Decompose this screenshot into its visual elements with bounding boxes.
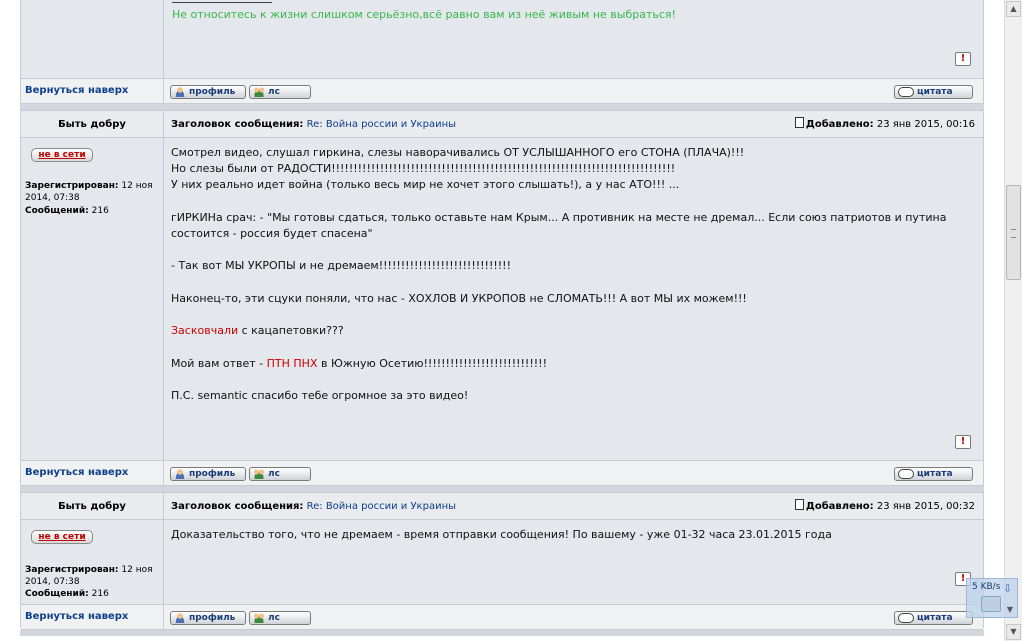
post-2-profile: не в сети Зарегистрирован: 12 ноя 2014, 0… (21, 520, 164, 604)
pm-button[interactable]: лс (249, 85, 311, 99)
back-to-top-link[interactable]: Вернуться наверх (25, 605, 128, 629)
report-icon[interactable]: ! (955, 435, 971, 449)
user-icon (174, 469, 186, 479)
download-speed-widget[interactable]: 5 KB/s ⇩ ▼ (966, 578, 1018, 618)
grip-icon (1011, 229, 1016, 238)
post-2-footer-left: Вернуться наверх (21, 604, 164, 630)
post-1-footer-left: Вернуться наверх (21, 460, 164, 486)
post-2-subject-header: Заголовок сообщения: Re: Война россии и … (164, 492, 983, 520)
offline-status-badge[interactable]: не в сети (31, 148, 93, 162)
speech-bubble-icon (898, 87, 914, 97)
post-top-footer-left: Вернуться наверх (21, 78, 164, 104)
chevron-down-icon[interactable]: ▼ (1007, 605, 1013, 614)
scrollbar-thumb[interactable] (1006, 185, 1021, 280)
profile-button[interactable]: профиль (170, 467, 246, 481)
scroll-up-arrow-icon[interactable]: ▲ (1006, 1, 1021, 17)
back-to-top-link[interactable]: Вернуться наверх (25, 79, 128, 103)
users-icon (253, 469, 265, 479)
post-top-footer-right: профиль лс цитата (164, 78, 983, 104)
post-separator (20, 630, 984, 636)
post-count: Сообщений: 216 (25, 206, 109, 216)
post-1-profile: не в сети Зарегистрирован: 12 ноя 2014, 0… (21, 138, 164, 460)
speech-bubble-icon (898, 613, 914, 623)
quote-button[interactable]: цитата (894, 611, 973, 625)
user-icon (174, 87, 186, 97)
post-text: Доказательство того, что не дремаем - вр… (171, 528, 832, 541)
post-top: Не относитесь к жизни слишком серьёзно,в… (20, 0, 984, 104)
author-name[interactable]: Быть добру (21, 493, 163, 521)
back-to-top-link[interactable]: Вернуться наверх (25, 461, 128, 485)
forum-page: Не относитесь к жизни слишком серьёзно,в… (0, 0, 1004, 641)
download-speed: 5 KB/s (972, 582, 1001, 592)
report-icon[interactable]: ! (955, 52, 971, 66)
users-icon (253, 613, 265, 623)
subject-link[interactable]: Re: Война россии и Украины (307, 119, 456, 130)
highlighted-text: Засковчали (171, 324, 239, 338)
post-date: Добавлено: 23 янв 2015, 00:16 (794, 111, 975, 139)
highlighted-text: ПТН ПНХ (266, 356, 318, 370)
speech-bubble-icon (898, 469, 914, 479)
subject-link[interactable]: Re: Война россии и Украины (307, 501, 456, 512)
registered-info: Зарегистрирован: 12 ноя 2014, 07:38 (25, 181, 153, 203)
registered-info: Зарегистрирован: 12 ноя 2014, 07:38 (25, 565, 153, 587)
post-top-body: Не относитесь к жизни слишком серьёзно,в… (164, 0, 983, 78)
post-1-body: Смотрел видео, слушал гиркина, слезы нав… (164, 138, 983, 460)
profile-button[interactable]: профиль (170, 611, 246, 625)
user-icon (174, 613, 186, 623)
post-2: Быть добру Заголовок сообщения: Re: Войн… (20, 492, 984, 630)
post-2-author-header: Быть добру (21, 492, 164, 520)
document-icon[interactable] (794, 117, 804, 128)
post-1-footer-right: профиль лс цитата (164, 460, 983, 486)
quote-button[interactable]: цитата (894, 467, 973, 481)
profile-button[interactable]: профиль (170, 85, 246, 99)
signature-text: Не относитесь к жизни слишком серьёзно,в… (172, 8, 676, 21)
signature-divider (172, 2, 272, 3)
post-1-author-header: Быть добру (21, 110, 164, 138)
offline-status-badge[interactable]: не в сети (31, 530, 93, 544)
post-date: Добавлено: 23 янв 2015, 00:32 (794, 493, 975, 521)
vertical-scrollbar[interactable]: ▲ ▼ (1004, 0, 1022, 641)
camera-icon (981, 596, 1001, 612)
author-name[interactable]: Быть добру (21, 111, 163, 139)
quote-button[interactable]: цитата (894, 85, 973, 99)
post-text: Смотрел видео, слушал гиркина, слезы нав… (171, 146, 947, 403)
pm-button[interactable]: лс (249, 611, 311, 625)
post-1-subject-header: Заголовок сообщения: Re: Война россии и … (164, 110, 983, 138)
scroll-down-arrow-icon[interactable]: ▼ (1006, 624, 1021, 640)
post-2-footer-right: профиль лс цитата (164, 604, 983, 630)
users-icon (253, 87, 265, 97)
pm-button[interactable]: лс (249, 467, 311, 481)
post-2-body: Доказательство того, что не дремаем - вр… (164, 520, 983, 604)
post-count: Сообщений: 216 (25, 589, 109, 599)
document-icon[interactable] (794, 499, 804, 510)
post-top-left (21, 0, 164, 78)
download-arrow-icon: ⇩ (1003, 582, 1013, 595)
post-1: Быть добру Заголовок сообщения: Re: Войн… (20, 110, 984, 486)
